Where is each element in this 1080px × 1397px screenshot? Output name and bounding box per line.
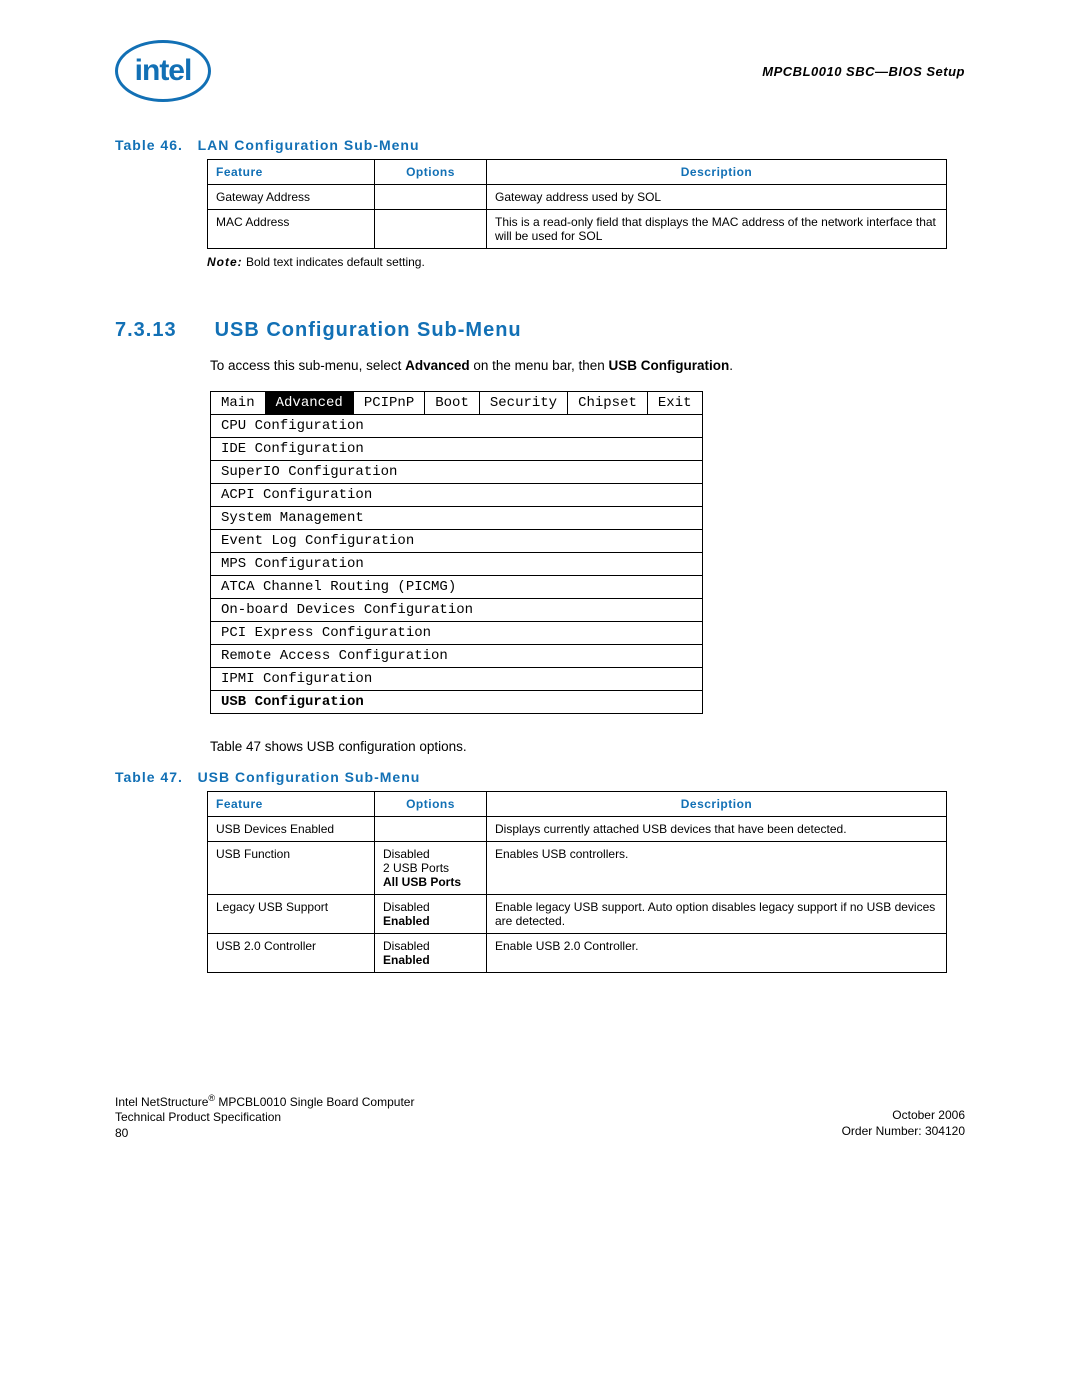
bios-tab-main: Main: [211, 391, 266, 414]
para-table47-intro: Table 47 shows USB configuration options…: [210, 739, 965, 754]
bios-item: MPS Configuration: [211, 552, 703, 575]
table-row: Legacy USB Support Disabled Enabled Enab…: [208, 894, 947, 933]
cell-options: [375, 816, 487, 841]
table47-num: Table 47.: [115, 769, 183, 785]
cell-options: Disabled Enabled: [375, 894, 487, 933]
page-footer: Intel NetStructure® MPCBL0010 Single Boa…: [115, 1093, 965, 1142]
bios-item: CPU Configuration: [211, 414, 703, 437]
table46-col-feature: Feature: [208, 160, 375, 185]
table47-col-feature: Feature: [208, 791, 375, 816]
table46-caption: Table 46. LAN Configuration Sub-Menu: [115, 137, 965, 153]
table46-col-options: Options: [375, 160, 487, 185]
note-text: Bold text indicates default setting.: [246, 255, 425, 269]
table47-col-options: Options: [375, 791, 487, 816]
bios-item: ACPI Configuration: [211, 483, 703, 506]
cell-feature: Legacy USB Support: [208, 894, 375, 933]
intel-logo: intel: [115, 40, 211, 102]
bios-tab-security: Security: [479, 391, 567, 414]
doc-label: MPCBL0010 SBC—BIOS Setup: [762, 64, 965, 79]
bios-tab-advanced: Advanced: [265, 391, 353, 414]
section-title: USB Configuration Sub-Menu: [215, 319, 522, 341]
page-header: intel MPCBL0010 SBC—BIOS Setup: [115, 40, 965, 102]
bios-item-selected: USB Configuration: [211, 690, 703, 713]
table46-num: Table 46.: [115, 137, 183, 153]
table47-col-description: Description: [487, 791, 947, 816]
footer-left: Intel NetStructure® MPCBL0010 Single Boa…: [115, 1093, 414, 1142]
cell-options: [375, 210, 487, 249]
intel-logo-text: intel: [135, 54, 192, 88]
table46-col-description: Description: [487, 160, 947, 185]
table-row: USB Function Disabled 2 USB Ports All US…: [208, 841, 947, 894]
cell-options: Disabled 2 USB Ports All USB Ports: [375, 841, 487, 894]
bios-item: System Management: [211, 506, 703, 529]
cell-feature: USB Function: [208, 841, 375, 894]
footer-right: October 2006 Order Number: 304120: [842, 1093, 965, 1142]
table-row: USB Devices Enabled Displays currently a…: [208, 816, 947, 841]
table47: Feature Options Description USB Devices …: [207, 791, 947, 973]
table46-note: Note: Bold text indicates default settin…: [207, 255, 965, 269]
table47-title: USB Configuration Sub-Menu: [198, 769, 421, 785]
bios-item: On-board Devices Configuration: [211, 598, 703, 621]
cell-feature: Gateway Address: [208, 185, 375, 210]
cell-options: Disabled Enabled: [375, 933, 487, 972]
bios-tabs: Main Advanced PCIPnP Boot Security Chips…: [211, 391, 703, 414]
section-intro: To access this sub-menu, select Advanced…: [210, 357, 965, 376]
cell-description: Gateway address used by SOL: [487, 185, 947, 210]
cell-description: Displays currently attached USB devices …: [487, 816, 947, 841]
bios-item: IPMI Configuration: [211, 667, 703, 690]
table-row: USB 2.0 Controller Disabled Enabled Enab…: [208, 933, 947, 972]
note-label: Note:: [207, 255, 243, 269]
bios-item: PCI Express Configuration: [211, 621, 703, 644]
bios-item: Event Log Configuration: [211, 529, 703, 552]
cell-options: [375, 185, 487, 210]
bios-tab-exit: Exit: [647, 391, 702, 414]
bios-item: ATCA Channel Routing (PICMG): [211, 575, 703, 598]
cell-feature: USB Devices Enabled: [208, 816, 375, 841]
bios-tab-pcipnp: PCIPnP: [353, 391, 424, 414]
section-heading: 7.3.13 USB Configuration Sub-Menu: [115, 319, 965, 342]
table47-caption: Table 47. USB Configuration Sub-Menu: [115, 769, 965, 785]
bios-menu: Main Advanced PCIPnP Boot Security Chips…: [210, 391, 703, 714]
bios-item: IDE Configuration: [211, 437, 703, 460]
cell-description: Enables USB controllers.: [487, 841, 947, 894]
cell-description: Enable USB 2.0 Controller.: [487, 933, 947, 972]
cell-description: Enable legacy USB support. Auto option d…: [487, 894, 947, 933]
cell-feature: USB 2.0 Controller: [208, 933, 375, 972]
bios-tab-chipset: Chipset: [568, 391, 648, 414]
cell-feature: MAC Address: [208, 210, 375, 249]
table46: Feature Options Description Gateway Addr…: [207, 159, 947, 249]
bios-item: Remote Access Configuration: [211, 644, 703, 667]
bios-tab-boot: Boot: [425, 391, 480, 414]
table46-title: LAN Configuration Sub-Menu: [198, 137, 420, 153]
bios-item: SuperIO Configuration: [211, 460, 703, 483]
table-row: Gateway Address Gateway address used by …: [208, 185, 947, 210]
table-row: MAC Address This is a read-only field th…: [208, 210, 947, 249]
cell-description: This is a read-only field that displays …: [487, 210, 947, 249]
section-num: 7.3.13: [115, 319, 208, 342]
